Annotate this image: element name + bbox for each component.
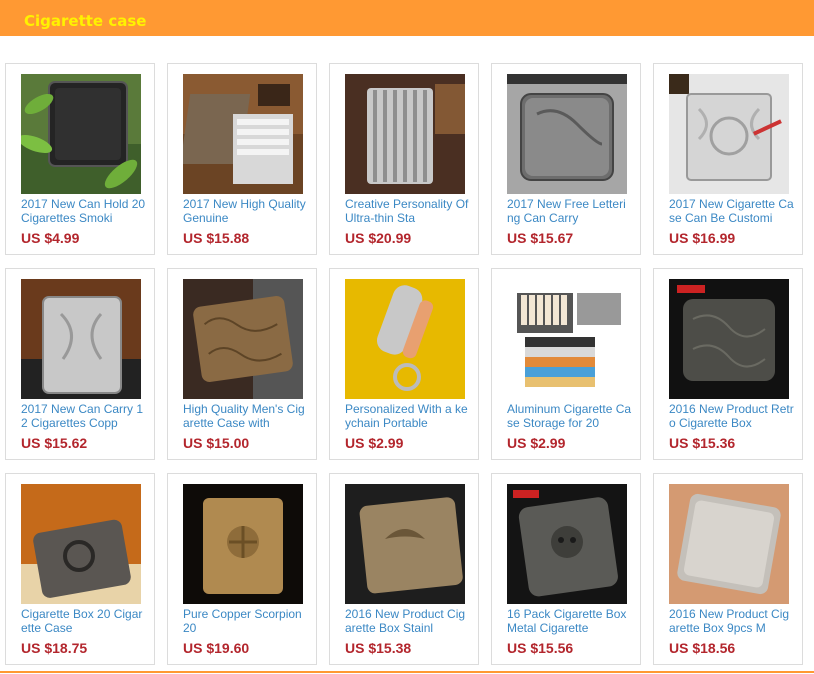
product-title-link[interactable]: 2016 New Product Cigarette Box 9pcs M: [669, 607, 794, 636]
product-card[interactable]: 2017 New Free Lettering Can Carry US $15.…: [491, 63, 641, 255]
product-card[interactable]: Cigarette Box 20 Cigarette Case US $18.75: [5, 473, 155, 665]
product-image[interactable]: [21, 484, 141, 604]
product-title-link[interactable]: Creative Personality Of Ultra-thin Sta: [345, 197, 470, 226]
product-image[interactable]: [345, 484, 465, 604]
product-card[interactable]: 2017 New Can Hold 20 Cigarettes Smoki US …: [5, 63, 155, 255]
product-image[interactable]: [669, 74, 789, 194]
product-price: US $15.38: [345, 640, 412, 656]
product-image[interactable]: [183, 74, 303, 194]
product-card[interactable]: 16 Pack Cigarette Box Metal Cigarette US …: [491, 473, 641, 665]
product-card[interactable]: Pure Copper Scorpion 20 US $19.60: [167, 473, 317, 665]
product-title-link[interactable]: Cigarette Box 20 Cigarette Case: [21, 607, 146, 636]
product-card[interactable]: 2017 New Can Carry 12 Cigarettes Copp US …: [5, 268, 155, 460]
product-image[interactable]: [507, 484, 627, 604]
product-price: US $18.75: [21, 640, 88, 656]
product-title-link[interactable]: 2017 New Cigarette Case Can Be Customi: [669, 197, 794, 226]
product-card[interactable]: Aluminum Cigarette Case Storage for 20 US…: [491, 268, 641, 460]
product-price: US $2.99: [345, 435, 404, 451]
product-card[interactable]: 2016 New Product Retro Cigarette Box US $…: [653, 268, 803, 460]
product-card[interactable]: 2017 New Cigarette Case Can Be Customi US…: [653, 63, 803, 255]
product-image[interactable]: [507, 74, 627, 194]
product-card[interactable]: 2016 New Product Cigarette Box 9pcs M US …: [653, 473, 803, 665]
product-image[interactable]: [345, 279, 465, 399]
product-image[interactable]: [21, 74, 141, 194]
product-image[interactable]: [345, 74, 465, 194]
product-card[interactable]: 2017 New High Quality Genuine US $15.88: [167, 63, 317, 255]
product-price: US $16.99: [669, 230, 736, 246]
product-price: US $15.88: [183, 230, 250, 246]
product-title-link[interactable]: Aluminum Cigarette Case Storage for 20: [507, 402, 632, 431]
product-title-link[interactable]: 16 Pack Cigarette Box Metal Cigarette: [507, 607, 632, 636]
product-title-link[interactable]: 2016 New Product Retro Cigarette Box: [669, 402, 794, 431]
product-price: US $15.00: [183, 435, 250, 451]
product-price: US $20.99: [345, 230, 412, 246]
product-image[interactable]: [507, 279, 627, 399]
bottom-divider: [0, 671, 814, 673]
product-title-link[interactable]: 2016 New Product Cigarette Box Stainl: [345, 607, 470, 636]
product-title-link[interactable]: Pure Copper Scorpion 20: [183, 607, 308, 636]
product-image[interactable]: [21, 279, 141, 399]
product-price: US $2.99: [507, 435, 566, 451]
product-price: US $19.60: [183, 640, 250, 656]
product-card[interactable]: High Quality Men's Cigarette Case with US…: [167, 268, 317, 460]
product-title-link[interactable]: High Quality Men's Cigarette Case with: [183, 402, 308, 431]
product-title-link[interactable]: Personalized With a keychain Portable: [345, 402, 470, 431]
product-title-link[interactable]: 2017 New Can Hold 20 Cigarettes Smoki: [21, 197, 146, 226]
product-image[interactable]: [183, 279, 303, 399]
product-image[interactable]: [183, 484, 303, 604]
product-title-link[interactable]: 2017 New Can Carry 12 Cigarettes Copp: [21, 402, 146, 431]
product-title-link[interactable]: 2017 New Free Lettering Can Carry: [507, 197, 632, 226]
product-price: US $4.99: [21, 230, 80, 246]
product-card[interactable]: Creative Personality Of Ultra-thin Sta US…: [329, 63, 479, 255]
product-card[interactable]: 2016 New Product Cigarette Box Stainl US …: [329, 473, 479, 665]
product-price: US $15.67: [507, 230, 574, 246]
product-price: US $15.56: [507, 640, 574, 656]
product-price: US $15.36: [669, 435, 736, 451]
product-image[interactable]: [669, 279, 789, 399]
product-image[interactable]: [669, 484, 789, 604]
product-price: US $18.56: [669, 640, 736, 656]
product-title-link[interactable]: 2017 New High Quality Genuine: [183, 197, 308, 226]
product-price: US $15.62: [21, 435, 88, 451]
product-card[interactable]: Personalized With a keychain Portable US …: [329, 268, 479, 460]
product-grid: 2017 New Can Hold 20 Cigarettes Smoki US …: [0, 0, 814, 674]
